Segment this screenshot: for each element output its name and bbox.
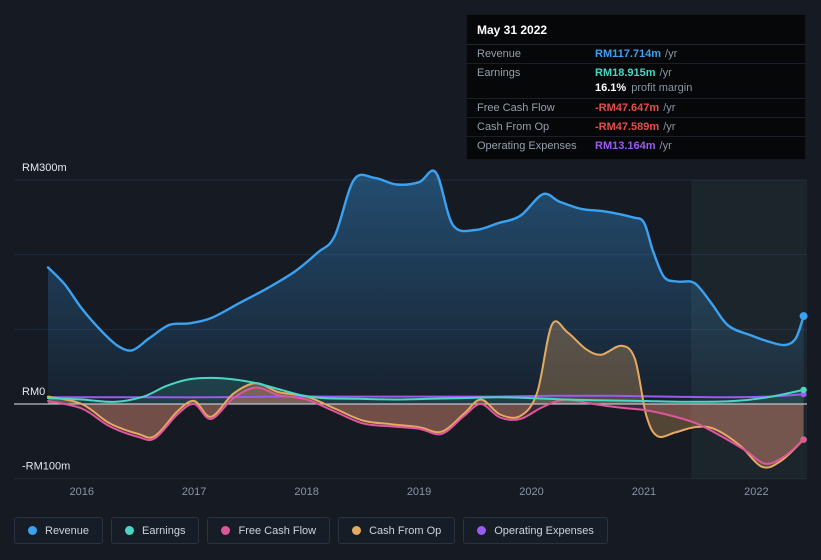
tooltip-row-cash-from-op: Cash From Op -RM47.589m/yr — [467, 117, 805, 136]
tooltip-row-earnings: Earnings RM18.915m/yr — [467, 63, 805, 82]
x-axis-label: 2016 — [69, 486, 93, 498]
legend-dot-cash-from-op — [352, 526, 362, 535]
legend-dot-operating-expenses — [477, 526, 487, 535]
x-axis-label: 2022 — [744, 486, 768, 498]
tooltip-row-revenue: Revenue RM117.714m/yr — [467, 45, 805, 63]
tooltip-label: Operating Expenses — [477, 140, 577, 152]
legend-label: Earnings — [142, 524, 186, 537]
legend-item-cash-from-op[interactable]: Cash From Op — [338, 517, 456, 544]
legend-item-revenue[interactable]: Revenue — [14, 517, 104, 544]
chart-tooltip: May 31 2022 Revenue RM117.714m/yr Earnin… — [466, 14, 806, 160]
x-axis-label: 2019 — [407, 486, 431, 498]
x-axis-label: 2021 — [632, 486, 656, 498]
tooltip-value: RM13.164m/yr — [595, 140, 672, 152]
tooltip-row-free-cash-flow: Free Cash Flow -RM47.647m/yr — [467, 98, 805, 117]
x-axis-label: 2020 — [519, 486, 543, 498]
tooltip-row-profit-margin: 16.1% profit margin — [467, 82, 805, 98]
legend-label: Operating Expenses — [494, 524, 594, 537]
tooltip-value: 16.1% profit margin — [595, 82, 693, 94]
tooltip-label: Cash From Op — [477, 121, 550, 133]
y-axis-label: -RM100m — [22, 461, 70, 473]
revenue-end-dot — [799, 312, 808, 321]
free-cash-flow-end-dot — [800, 436, 807, 443]
legend-label: Cash From Op — [369, 524, 442, 537]
chart-panel: RM300m RM0 -RM100m 2016 2017 2018 2019 2020 2021… — [0, 0, 821, 560]
legend-item-free-cash-flow[interactable]: Free Cash Flow — [207, 517, 331, 544]
revenue-area — [48, 170, 804, 404]
tooltip-label: Earnings — [477, 67, 521, 79]
tooltip-value: RM117.714m/yr — [595, 48, 678, 60]
x-axis-label: 2018 — [294, 486, 318, 498]
tooltip-value: -RM47.647m/yr — [595, 102, 676, 114]
tooltip-value: -RM47.589m/yr — [595, 121, 676, 133]
legend-dot-earnings — [125, 526, 135, 535]
tooltip-label: Revenue — [477, 48, 522, 60]
y-axis-label: RM300m — [22, 162, 67, 174]
highlight-band — [691, 180, 807, 479]
legend-dot-free-cash-flow — [221, 526, 231, 535]
x-axis-label: 2017 — [182, 486, 206, 498]
earnings-end-dot — [800, 386, 807, 394]
chart-legend: Revenue Earnings Free Cash Flow Cash Fro… — [14, 517, 608, 544]
tooltip-value: RM18.915m/yr — [595, 67, 672, 79]
legend-label: Revenue — [45, 524, 90, 537]
legend-item-operating-expenses[interactable]: Operating Expenses — [463, 517, 608, 544]
legend-label: Free Cash Flow — [238, 524, 317, 537]
tooltip-date: May 31 2022 — [467, 15, 805, 45]
legend-item-earnings[interactable]: Earnings — [111, 517, 200, 544]
legend-dot-revenue — [28, 526, 37, 535]
tooltip-label: Free Cash Flow — [477, 102, 555, 114]
y-axis-label: RM0 — [22, 386, 45, 398]
tooltip-row-operating-expenses: Operating Expenses RM13.164m/yr — [467, 136, 805, 155]
